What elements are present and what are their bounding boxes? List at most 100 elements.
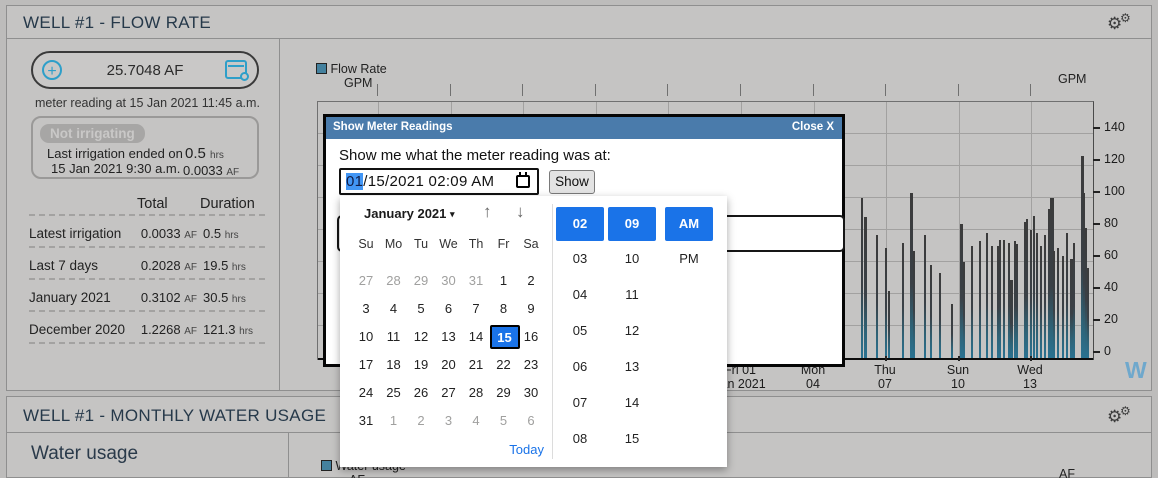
calendar-day[interactable]: 2 [407, 409, 435, 433]
next-month-arrow-icon[interactable]: ↓ [516, 202, 525, 222]
calendar-day[interactable]: 21 [462, 353, 490, 377]
calendar-day[interactable]: 7 [462, 297, 490, 321]
calendar-day[interactable]: 31 [462, 269, 490, 293]
show-button[interactable]: Show [549, 170, 595, 194]
stat-row-label: Last 7 days [29, 258, 98, 273]
calendar-day[interactable]: 8 [490, 297, 518, 321]
stats-col-duration: Duration [200, 196, 255, 212]
chevron-down-icon: ▾ [450, 209, 455, 219]
calendar-day-selected[interactable]: 15 [490, 325, 520, 349]
calendar-day[interactable]: 23 [517, 353, 545, 377]
minute-option-selected[interactable]: 09 [608, 207, 656, 241]
hour-option[interactable]: 05 [556, 323, 604, 338]
y-tick-label: 40 [1104, 280, 1118, 294]
hour-option[interactable]: 08 [556, 431, 604, 446]
calendar-day[interactable]: 4 [462, 409, 490, 433]
calendar-day[interactable]: 26 [407, 381, 435, 405]
calendar-day[interactable]: 28 [380, 269, 408, 293]
calendar-picker-icon[interactable] [516, 175, 530, 188]
flow-rate-bar [1087, 268, 1089, 358]
stats-col-total: Total [137, 196, 168, 212]
stat-row-total: 0.2028 AF [112, 258, 197, 273]
flow-rate-bar [1026, 219, 1028, 358]
datetime-input[interactable]: 01/15/2021 02:09 AM [339, 168, 539, 195]
x-top-tick [885, 84, 886, 96]
calendar-day[interactable]: 14 [462, 325, 490, 349]
calendar-day[interactable]: 25 [380, 381, 408, 405]
calendar-day[interactable]: 4 [380, 297, 408, 321]
hour-option[interactable]: 07 [556, 395, 604, 410]
calendar-day[interactable]: 12 [407, 325, 435, 349]
calendar-day[interactable]: 5 [490, 409, 518, 433]
popup-divider [552, 204, 553, 459]
dialog-titlebar[interactable]: Show Meter Readings Close X [326, 117, 842, 139]
y-tick [1093, 127, 1100, 129]
calendar-day[interactable]: 27 [352, 269, 380, 293]
meter-reading-value: 25.7048 AF [33, 62, 257, 79]
calendar-day[interactable]: 24 [352, 381, 380, 405]
calendar-day[interactable]: 13 [435, 325, 463, 349]
calendar-day[interactable]: 19 [407, 353, 435, 377]
y-axis-unit-right: AF [1059, 467, 1075, 478]
settings-gear-icon[interactable]: ⚙ ⚙ [1107, 12, 1137, 34]
settings-gear-icon[interactable]: ⚙ ⚙ [1107, 405, 1137, 427]
calendar-day[interactable]: 9 [517, 297, 545, 321]
calendar-clock-icon[interactable] [225, 60, 247, 79]
calendar-day[interactable]: 17 [352, 353, 380, 377]
calendar-day[interactable]: 22 [490, 353, 518, 377]
flow-rate-bar [888, 291, 890, 358]
calendar-day[interactable]: 2 [517, 269, 545, 293]
dialog-title: Show Meter Readings [333, 121, 453, 133]
flow-rate-bar [885, 248, 887, 358]
x-top-tick [450, 84, 451, 96]
previous-month-arrow-icon[interactable]: ↑ [483, 202, 492, 222]
calendar-day[interactable]: 16 [517, 325, 545, 349]
today-link[interactable]: Today [480, 442, 544, 457]
calendar-day[interactable]: 27 [435, 381, 463, 405]
flow-rate-bar [1062, 256, 1064, 358]
calendar-day[interactable]: 6 [517, 409, 545, 433]
minute-option[interactable]: 14 [608, 395, 656, 410]
calendar-day[interactable]: 10 [352, 325, 380, 349]
calendar-day[interactable]: 30 [517, 381, 545, 405]
calendar-day[interactable]: 30 [435, 269, 463, 293]
month-dropdown[interactable]: January 2021 ▾ [364, 206, 455, 221]
calendar-day[interactable]: 3 [352, 297, 380, 321]
flow-rate-bar [913, 251, 915, 358]
stat-row-duration: 121.3 hrs [203, 322, 253, 337]
x-tick-label: Wed13 [985, 363, 1075, 391]
calendar-day[interactable]: 1 [380, 409, 408, 433]
meter-reading-control[interactable]: + 25.7048 AF [31, 51, 259, 89]
calendar-day[interactable]: 6 [435, 297, 463, 321]
minute-option[interactable]: 12 [608, 323, 656, 338]
calendar-day[interactable]: 31 [352, 409, 380, 433]
flow-rate-bar [951, 304, 953, 358]
flow-rate-bar [1030, 230, 1032, 358]
calendar-day[interactable]: 29 [490, 381, 518, 405]
calendar-day[interactable]: 20 [435, 353, 463, 377]
minute-option[interactable]: 10 [608, 251, 656, 266]
calendar-day[interactable]: 3 [435, 409, 463, 433]
hour-option[interactable]: 06 [556, 359, 604, 374]
flow-rate-bar [1053, 251, 1055, 358]
calendar-day[interactable]: 11 [380, 325, 408, 349]
hour-option[interactable]: 03 [556, 251, 604, 266]
flow-rate-bar [1016, 244, 1018, 358]
calendar-day[interactable]: 18 [380, 353, 408, 377]
meridiem-option[interactable]: PM [665, 251, 713, 266]
hour-option[interactable]: 04 [556, 287, 604, 302]
calendar-day[interactable]: 5 [407, 297, 435, 321]
flow-rate-bar [1033, 216, 1035, 358]
meridiem-option-selected[interactable]: AM [665, 207, 713, 241]
minute-option[interactable]: 11 [608, 287, 656, 302]
calendar-day[interactable]: 29 [407, 269, 435, 293]
close-button[interactable]: Close X [792, 121, 834, 133]
flow-rate-panel-title: WELL #1 - FLOW RATE [23, 13, 211, 33]
hour-option-selected[interactable]: 02 [556, 207, 604, 241]
row-divider [29, 214, 265, 216]
calendar-day[interactable]: 28 [462, 381, 490, 405]
minute-option[interactable]: 15 [608, 431, 656, 446]
calendar-day[interactable]: 1 [490, 269, 518, 293]
minute-option[interactable]: 13 [608, 359, 656, 374]
legend-swatch-icon [316, 63, 327, 74]
